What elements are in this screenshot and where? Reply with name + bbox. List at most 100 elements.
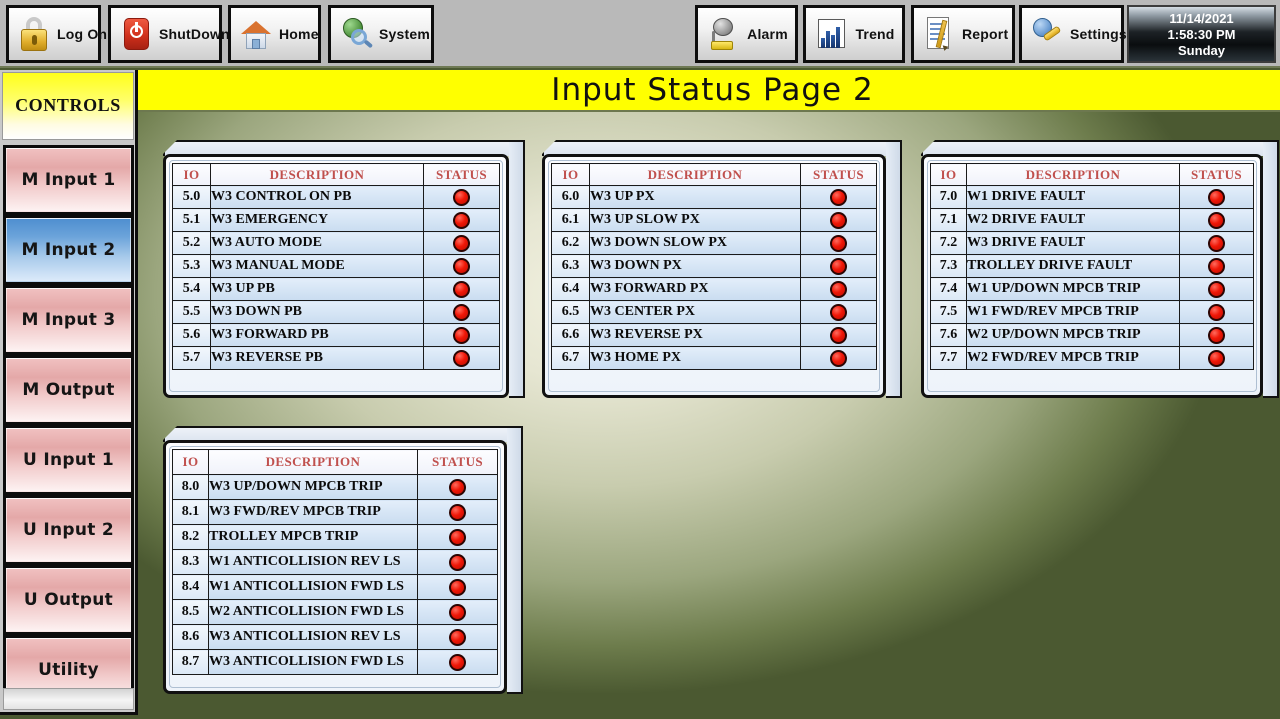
status-cell [417, 499, 498, 525]
table-row: 8.4 W1 ANTICOLLISION FWD LS [172, 574, 498, 600]
status-led-indicator [830, 303, 847, 321]
sidebar-item-u-output[interactable]: U Output [3, 565, 134, 635]
description-cell: W3 ANTICOLLISION FWD LS [208, 649, 418, 675]
status-cell [423, 254, 500, 278]
io-address-cell: 5.5 [172, 300, 211, 324]
status-led-indicator [1208, 211, 1225, 229]
io-address-cell: 6.7 [551, 346, 590, 370]
settings-button[interactable]: Settings [1019, 5, 1127, 63]
status-column-header: STATUS [417, 449, 498, 475]
description-cell: W3 DRIVE FAULT [966, 231, 1180, 255]
status-led-indicator [830, 234, 847, 252]
io-status-table: IO DESCRIPTION STATUS 6.0 W3 UP PX 6.1 W3 UP S… [551, 163, 877, 370]
panel-face: IO DESCRIPTION STATUS 6.0 W3 UP PX 6.1 W3 UP S… [542, 154, 886, 398]
description-cell: W1 UP/DOWN MPCB TRIP [966, 277, 1180, 301]
home-button[interactable]: Home [228, 5, 321, 63]
io-panel-8: IO DESCRIPTION STATUS 8.0 W3 UP/DOWN MPCB TR… [163, 426, 523, 694]
table-header-row: IO DESCRIPTION STATUS [172, 449, 498, 475]
description-cell: W3 CONTROL ON PB [210, 185, 424, 209]
table-row: 6.7 W3 HOME PX [551, 346, 877, 370]
status-column-header: STATUS [800, 163, 877, 186]
sidebar-item-m-input-1[interactable]: M Input 1 [3, 145, 134, 215]
io-address-cell: 8.6 [172, 624, 209, 650]
sidebar-item-label: M Output [22, 380, 115, 400]
sidebar-item-m-output[interactable]: M Output [3, 355, 134, 425]
sidebar-item-u-input-2[interactable]: U Input 2 [3, 495, 134, 565]
report-button[interactable]: Report [911, 5, 1015, 63]
table-row: 6.5 W3 CENTER PX [551, 300, 877, 324]
shutdown-button-label: ShutDown [159, 26, 230, 42]
io-column-header: IO [172, 449, 209, 475]
table-row: 6.4 W3 FORWARD PX [551, 277, 877, 301]
description-cell: TROLLEY MPCB TRIP [208, 524, 418, 550]
controls-sidebar: CONTROLS M Input 1 M Input 2 M Input 3 M… [0, 70, 138, 715]
trend-chart-icon [814, 15, 848, 53]
status-led-indicator [453, 234, 470, 252]
table-row: 5.3 W3 MANUAL MODE [172, 254, 500, 278]
description-cell: W3 UP/DOWN MPCB TRIP [208, 474, 418, 500]
status-led-indicator [1208, 188, 1225, 206]
status-led-indicator [830, 280, 847, 298]
description-cell: W2 DRIVE FAULT [966, 208, 1180, 232]
io-address-cell: 5.1 [172, 208, 211, 232]
io-panel-5: IO DESCRIPTION STATUS 5.0 W3 CONTROL ON PB 5.… [163, 140, 525, 398]
table-header-row: IO DESCRIPTION STATUS [172, 163, 500, 186]
io-panel-6: IO DESCRIPTION STATUS 6.0 W3 UP PX 6.1 W3 UP S… [542, 140, 902, 398]
description-cell: W3 REVERSE PX [589, 323, 801, 347]
status-cell [1179, 254, 1254, 278]
table-row: 6.6 W3 REVERSE PX [551, 323, 877, 347]
settings-button-label: Settings [1070, 26, 1127, 42]
trend-button[interactable]: Trend [803, 5, 905, 63]
table-row: 5.1 W3 EMERGENCY [172, 208, 500, 232]
description-cell: TROLLEY DRIVE FAULT [966, 254, 1180, 278]
status-column-header: STATUS [1179, 163, 1254, 186]
description-cell: W3 UP SLOW PX [589, 208, 801, 232]
sidebar-item-label: U Output [23, 590, 114, 610]
status-cell [423, 346, 500, 370]
status-led-indicator [453, 280, 470, 298]
status-cell [417, 599, 498, 625]
io-column-header: IO [551, 163, 590, 186]
io-status-table: IO DESCRIPTION STATUS 7.0 W1 DRIVE FAULT 7.1 W… [930, 163, 1254, 370]
table-row: 5.4 W3 UP PB [172, 277, 500, 301]
status-cell [417, 524, 498, 550]
table-row: 7.7 W2 FWD/REV MPCB TRIP [930, 346, 1254, 370]
io-panel-7: IO DESCRIPTION STATUS 7.0 W1 DRIVE FAULT 7.1 W… [921, 140, 1279, 398]
status-cell [417, 474, 498, 500]
description-cell: W3 AUTO MODE [210, 231, 424, 255]
shutdown-button[interactable]: ShutDown [108, 5, 230, 63]
status-cell [800, 208, 877, 232]
panel-face: IO DESCRIPTION STATUS 7.0 W1 DRIVE FAULT 7.1 W… [921, 154, 1263, 398]
status-led-indicator [453, 211, 470, 229]
sidebar-item-m-input-2[interactable]: M Input 2 [3, 215, 134, 285]
logon-button[interactable]: Log On [6, 5, 107, 63]
sidebar-item-m-input-3[interactable]: M Input 3 [3, 285, 134, 355]
status-led-indicator [449, 528, 466, 546]
description-cell: W3 DOWN SLOW PX [589, 231, 801, 255]
io-address-cell: 7.2 [930, 231, 967, 255]
hmi-screen: Log On ShutDown Home System Alarm Trend … [0, 0, 1280, 719]
status-led-indicator [830, 326, 847, 344]
alarm-button[interactable]: Alarm [695, 5, 798, 63]
panel-face: IO DESCRIPTION STATUS 5.0 W3 CONTROL ON PB 5.… [163, 154, 509, 398]
io-column-header: IO [930, 163, 967, 186]
table-row: 5.5 W3 DOWN PB [172, 300, 500, 324]
system-button[interactable]: System [328, 5, 434, 63]
table-row: 6.0 W3 UP PX [551, 185, 877, 209]
io-address-cell: 6.3 [551, 254, 590, 278]
status-led-indicator [830, 257, 847, 275]
description-cell: W3 FORWARD PX [589, 277, 801, 301]
sidebar-item-label: M Input 2 [21, 240, 116, 260]
sidebar-item-u-input-1[interactable]: U Input 1 [3, 425, 134, 495]
sidebar-heading: CONTROLS [2, 72, 134, 140]
status-led-indicator [449, 603, 466, 621]
panel-right-bevel [509, 140, 525, 398]
status-led-indicator [1208, 234, 1225, 252]
settings-gear-icon [1030, 15, 1064, 53]
status-led-indicator [830, 188, 847, 206]
status-cell [1179, 300, 1254, 324]
top-toolbar: Log On ShutDown Home System Alarm Trend … [0, 0, 1280, 68]
table-row: 8.5 W2 ANTICOLLISION FWD LS [172, 599, 498, 625]
table-header-row: IO DESCRIPTION STATUS [551, 163, 877, 186]
io-column-header: IO [172, 163, 211, 186]
